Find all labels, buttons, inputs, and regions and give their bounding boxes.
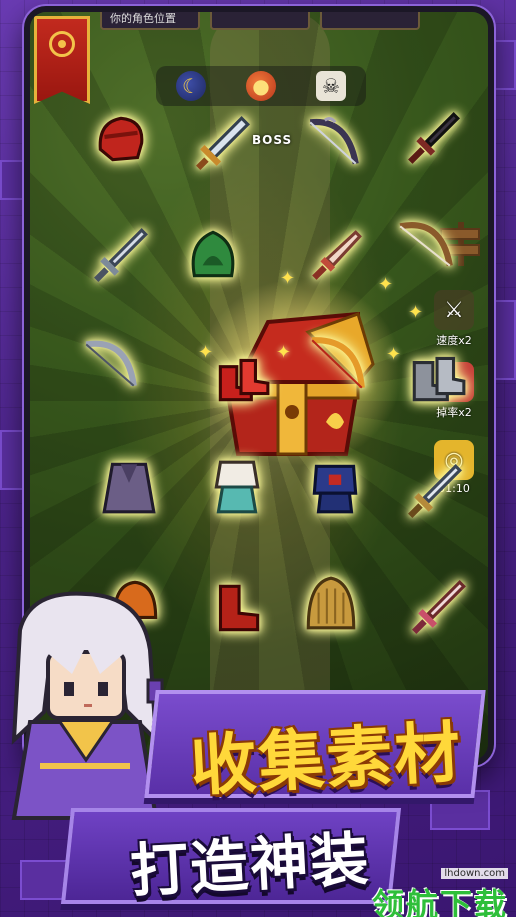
short-sword-icon[interactable] [188, 108, 258, 178]
skull-icon[interactable]: ☠ [316, 71, 346, 101]
top-pill-left[interactable]: 你的角色位置 [100, 12, 200, 30]
top-bar: 你的角色位置 [100, 12, 420, 34]
pink-sword-icon[interactable] [404, 572, 474, 642]
hero-character-icon [11, 591, 164, 820]
guild-banner[interactable] [34, 16, 90, 104]
crossed-swords-icon: ⚔ [434, 290, 474, 330]
dark-bow-icon[interactable] [298, 108, 368, 178]
silver-bow-icon[interactable] [76, 328, 146, 398]
bg-pixel-block [0, 430, 26, 490]
sparkle-icon: ✦ [386, 344, 402, 365]
purple-cloak-icon[interactable] [94, 452, 164, 522]
hud-row: ☾ ● ☠ [156, 66, 366, 106]
boss-label: BOSS [252, 133, 293, 147]
headline-forge-gear: 打造神装 [128, 824, 372, 906]
top-pill-right[interactable] [320, 12, 420, 30]
steel-sword-icon[interactable] [86, 220, 156, 290]
speed-boost-button[interactable]: ⚔ 速度x2 [430, 290, 478, 348]
bg-pixel-block [494, 300, 516, 380]
dark-dagger-icon[interactable] [398, 104, 468, 174]
straw-cape-icon[interactable] [296, 568, 366, 638]
moon-coin-icon[interactable]: ☾ [176, 71, 206, 101]
top-pill-middle[interactable] [210, 12, 310, 30]
bone-dagger-icon[interactable] [300, 220, 370, 290]
fire-coin-icon[interactable]: ● [246, 71, 276, 101]
silver-sword-icon[interactable] [400, 456, 470, 526]
sun-emblem-icon [49, 31, 75, 57]
red-boots-2-icon[interactable] [202, 572, 272, 642]
red-boots-icon[interactable] [206, 342, 276, 412]
iron-boots-icon[interactable] [402, 342, 472, 412]
bg-pixel-block [492, 40, 516, 90]
red-helmet-icon[interactable] [86, 104, 156, 174]
sparkle-icon: ✦ [276, 342, 292, 363]
blue-armor-icon[interactable] [300, 452, 370, 522]
headline-collect-materials: 收集素材 [188, 713, 465, 806]
wooden-bow-icon[interactable] [390, 212, 460, 282]
white-robe-icon[interactable] [202, 452, 272, 522]
green-hood-icon[interactable] [178, 220, 248, 290]
sparkle-icon: ✦ [408, 302, 424, 323]
sparkle-icon: ✦ [280, 268, 296, 289]
watermark-text: 领航下载 [371, 886, 508, 917]
watermark-url: lhdown.com [441, 868, 508, 879]
golden-bow-icon[interactable] [302, 328, 372, 398]
